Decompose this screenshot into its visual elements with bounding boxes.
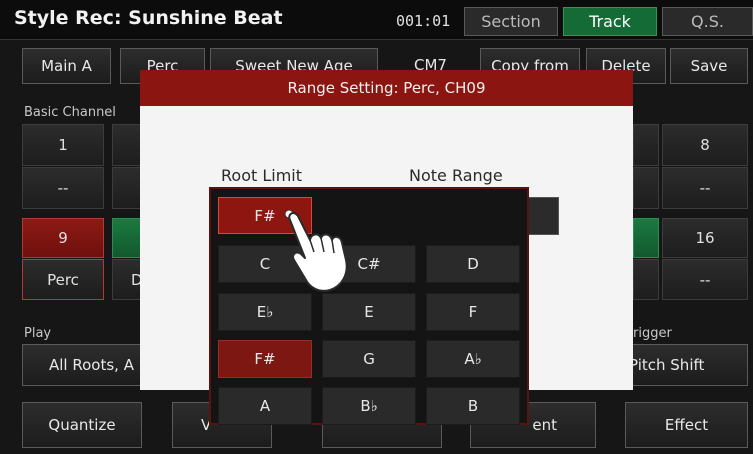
channel-10-value[interactable]: D: [112, 259, 143, 300]
main-a-button[interactable]: Main A: [22, 48, 111, 84]
channel-16-value[interactable]: --: [662, 259, 748, 300]
note-range-field[interactable]: [527, 197, 559, 235]
basic-channel-label: Basic Channel: [24, 105, 116, 120]
dialog-title: Range Setting: Perc, CH09: [140, 70, 633, 106]
tab-section[interactable]: Section: [464, 7, 558, 36]
channel-9-value[interactable]: Perc: [22, 259, 104, 300]
tab-track[interactable]: Track: [563, 7, 657, 36]
channel-7-number[interactable]: [633, 124, 659, 166]
quantize-button[interactable]: Quantize: [22, 402, 142, 448]
channel-8-value[interactable]: --: [662, 167, 748, 209]
note-key-f[interactable]: F: [426, 293, 520, 331]
trigger-mode-selector[interactable]: Pitch Shift: [618, 344, 748, 386]
note-key-g[interactable]: G: [322, 340, 416, 378]
note-key-e-flat[interactable]: E♭: [218, 293, 312, 331]
tab-qs[interactable]: Q.S.: [662, 7, 753, 36]
channel-9-number[interactable]: 9: [22, 218, 104, 258]
channel-15-value[interactable]: [633, 259, 659, 300]
note-key-a-flat[interactable]: A♭: [426, 340, 520, 378]
channel-10-number[interactable]: [112, 218, 142, 258]
channel-15-number[interactable]: [633, 218, 659, 258]
note-range-label: Note Range: [409, 166, 503, 185]
channel-7-value[interactable]: [633, 167, 659, 209]
note-key-d[interactable]: D: [426, 245, 520, 283]
channel-16-number[interactable]: 16: [662, 218, 748, 258]
channel-1-number[interactable]: 1: [22, 124, 104, 166]
page-title: Style Rec: Sunshine Beat: [14, 7, 283, 29]
channel-2-value[interactable]: [112, 167, 142, 209]
root-limit-label: Root Limit: [221, 166, 302, 185]
play-label: Play: [24, 326, 52, 341]
note-key-a[interactable]: A: [218, 387, 312, 425]
save-button[interactable]: Save: [670, 48, 748, 84]
note-key-b-flat[interactable]: B♭: [322, 387, 416, 425]
channel-2-number[interactable]: [112, 124, 142, 166]
measure-counter: 001:01: [396, 12, 451, 30]
note-key-f-sharp[interactable]: F#: [218, 340, 312, 378]
tap-hand-icon: [284, 209, 348, 292]
channel-1-value[interactable]: --: [22, 167, 104, 209]
effect-button[interactable]: Effect: [625, 402, 748, 448]
trigger-label: rigger: [633, 326, 672, 341]
note-key-e[interactable]: E: [322, 293, 416, 331]
channel-8-number[interactable]: 8: [662, 124, 748, 166]
note-key-b[interactable]: B: [426, 387, 520, 425]
